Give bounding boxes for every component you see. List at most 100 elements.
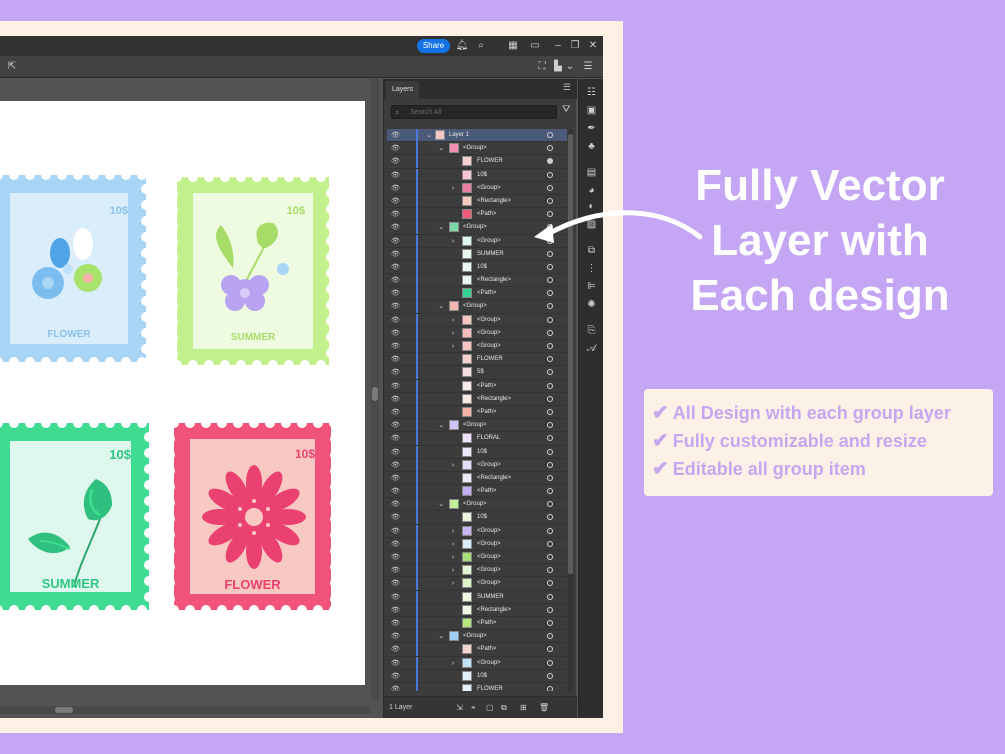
target-circle-icon[interactable] <box>547 343 553 349</box>
layer-name[interactable]: <Rectangle> <box>477 195 511 208</box>
target-circle-icon[interactable] <box>547 461 553 468</box>
layer-row[interactable]: 👁︎ FLOWER <box>387 353 567 367</box>
visibility-eye-icon[interactable]: 👁︎ <box>391 604 403 617</box>
layer-name[interactable]: <Path> <box>477 643 496 656</box>
target-circle-icon[interactable] <box>547 540 553 547</box>
layer-row[interactable]: 👁︎ <Rectangle> <box>387 274 567 288</box>
expand-icon[interactable]: ⛶ <box>535 56 549 78</box>
minimize-icon[interactable]: – <box>551 36 565 56</box>
visibility-eye-icon[interactable]: 👁︎ <box>391 314 403 327</box>
visibility-eye-icon[interactable]: 👁︎ <box>391 498 403 511</box>
export-icon[interactable]: ⇱ <box>5 56 19 78</box>
visibility-eye-icon[interactable]: 👁︎ <box>391 287 403 300</box>
layer-row[interactable]: 👁︎ FLOWER <box>387 682 567 691</box>
layer-row[interactable]: 👁︎ 10$ <box>387 260 567 275</box>
new-sublayer-icon[interactable]: ⧉ <box>501 697 507 718</box>
visibility-eye-icon[interactable]: 👁︎ <box>391 380 403 393</box>
target-circle-icon[interactable] <box>547 633 553 640</box>
visibility-eye-icon[interactable]: 👁︎ <box>391 353 403 366</box>
layer-row[interactable]: 👁︎ ⌄ <Group> <box>387 419 567 433</box>
target-circle-icon[interactable] <box>547 277 553 284</box>
artboard[interactable]: 10$ FLOWER 10$ SUMMER 10$ SUMMER 10$ FLO… <box>0 101 365 685</box>
layer-name[interactable]: FLORAL <box>477 432 500 445</box>
layer-name[interactable]: <Group> <box>463 498 487 511</box>
target-circle-icon[interactable] <box>547 501 553 508</box>
chevron-right-icon[interactable]: › <box>449 525 457 538</box>
layer-name[interactable]: <Path> <box>477 406 496 419</box>
target-circle-icon[interactable] <box>547 514 553 521</box>
layer-name[interactable]: <Group> <box>463 419 487 432</box>
layer-name[interactable]: <Group> <box>477 327 501 340</box>
layer-row[interactable]: 👁︎ <Rectangle> <box>387 471 567 486</box>
layer-name[interactable]: <Group> <box>477 551 501 564</box>
layer-row[interactable]: 👁︎ <Path> <box>387 379 567 393</box>
visibility-eye-icon[interactable]: 👁︎ <box>391 670 403 683</box>
visibility-eye-icon[interactable]: 👁︎ <box>391 485 403 498</box>
layer-row[interactable]: 👁︎ <Rectangle> <box>387 603 567 617</box>
stamp-flower-pink[interactable]: 10$ FLOWER <box>170 419 335 614</box>
layer-name[interactable]: 10$ <box>477 670 487 683</box>
layer-name[interactable]: <Path> <box>477 208 496 221</box>
visibility-eye-icon[interactable]: 👁︎ <box>391 591 403 604</box>
search-icon[interactable]: ⌕ <box>474 36 488 56</box>
layer-name[interactable]: FLOWER <box>477 155 503 168</box>
chevron-right-icon[interactable]: › <box>449 314 457 327</box>
visibility-eye-icon[interactable]: 👁︎ <box>391 643 403 656</box>
layer-row[interactable]: 👁︎ ⌄ <Group> <box>387 498 567 512</box>
target-circle-icon[interactable] <box>547 356 553 363</box>
layer-row[interactable]: 👁︎ ⌄ <Group> <box>387 630 567 644</box>
layer-row[interactable]: 👁︎ SUMMER <box>387 590 567 604</box>
layer-name[interactable]: SUMMER <box>477 248 504 261</box>
visibility-eye-icon[interactable]: 👁︎ <box>391 327 403 340</box>
target-circle-icon[interactable] <box>547 408 553 415</box>
visibility-eye-icon[interactable]: 👁︎ <box>391 155 403 168</box>
layer-row[interactable]: 👁︎ › <Group> <box>387 326 567 340</box>
share-button[interactable]: Share <box>417 39 450 53</box>
layer-name[interactable]: <Path> <box>477 485 496 498</box>
target-circle-icon[interactable] <box>547 567 553 574</box>
visibility-eye-icon[interactable]: 👁︎ <box>391 235 403 248</box>
stamp-summer-green[interactable]: 10$ SUMMER <box>173 173 333 369</box>
brushes-icon[interactable]: ✒ <box>579 121 603 137</box>
layer-name[interactable]: <Group> <box>477 538 501 551</box>
layer-row[interactable]: 👁︎ 10$ <box>387 669 567 683</box>
layer-row[interactable]: 👁︎ › <Group> <box>387 551 567 565</box>
layer-name[interactable]: <Group> <box>463 300 487 313</box>
layer-name[interactable]: 10$ <box>477 446 487 459</box>
layer-name[interactable]: <Rectangle> <box>477 604 511 617</box>
target-circle-icon[interactable] <box>547 619 553 626</box>
layer-name[interactable]: <Rectangle> <box>477 393 511 406</box>
layer-name[interactable]: <Path> <box>477 617 496 630</box>
chevron-right-icon[interactable]: › <box>449 459 457 472</box>
chevron-down-icon[interactable]: ⌄ <box>437 142 445 155</box>
layer-row[interactable]: 👁︎ FLORAL <box>387 432 567 446</box>
layer-row[interactable]: 👁︎ FLOWER <box>387 155 567 169</box>
chevron-right-icon[interactable]: › <box>449 657 457 670</box>
new-layer-icon[interactable]: ⊞ <box>520 697 527 718</box>
visibility-eye-icon[interactable]: 👁︎ <box>391 432 403 445</box>
visibility-eye-icon[interactable]: 👁︎ <box>391 419 403 432</box>
tab-layers[interactable]: Layers <box>386 81 420 99</box>
workspace-icon[interactable]: ▦ <box>506 36 520 56</box>
target-circle-icon[interactable] <box>547 474 553 481</box>
chevron-right-icon[interactable]: › <box>449 551 457 564</box>
layer-name[interactable]: <Group> <box>477 577 501 590</box>
chevron-down-icon[interactable]: ⌄ <box>437 498 445 511</box>
layer-name[interactable]: SUMMER <box>477 591 504 604</box>
target-circle-icon[interactable] <box>547 316 553 323</box>
target-circle-icon[interactable] <box>547 685 553 691</box>
layer-row[interactable]: 👁︎ <Path> <box>387 405 567 420</box>
visibility-eye-icon[interactable]: 👁︎ <box>391 551 403 564</box>
chevron-down-icon[interactable]: ⌄ <box>437 221 445 234</box>
visibility-eye-icon[interactable]: 👁︎ <box>391 208 403 221</box>
layer-name[interactable]: <Group> <box>477 182 501 195</box>
bell-icon[interactable]: 🔔︎ <box>455 36 469 56</box>
layer-row[interactable]: 👁︎ 10$ <box>387 168 567 182</box>
visibility-eye-icon[interactable]: 👁︎ <box>391 617 403 630</box>
layer-row[interactable]: 👁︎ ⌄ <Group> <box>387 300 567 314</box>
chevron-right-icon[interactable]: › <box>449 235 457 248</box>
target-circle-icon[interactable] <box>547 263 553 270</box>
target-circle-icon[interactable] <box>547 369 553 376</box>
chevron-right-icon[interactable]: › <box>449 564 457 577</box>
target-circle-icon[interactable] <box>547 448 553 455</box>
